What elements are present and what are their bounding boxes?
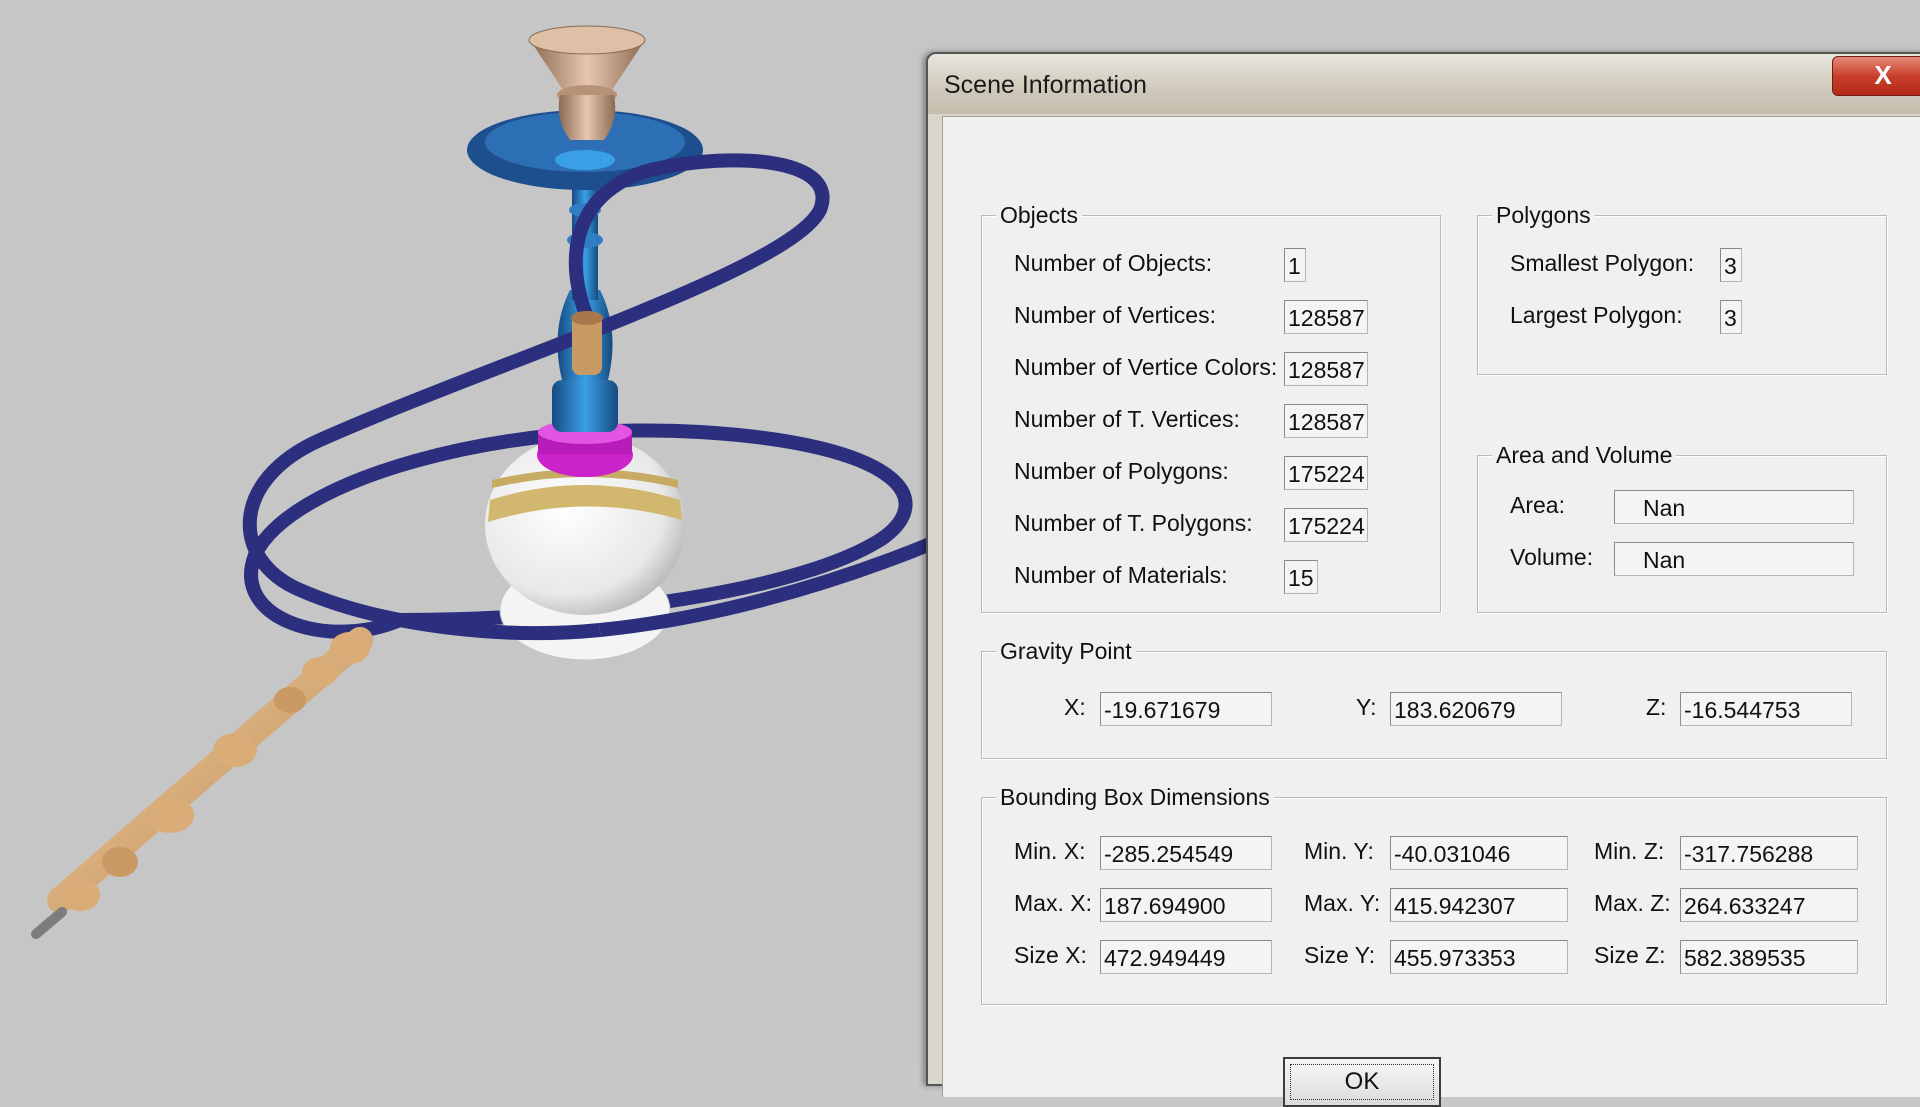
- polygons-group: Polygons Smallest Polygon: 3 Largest Pol…: [1477, 202, 1887, 375]
- area-field: Nan: [1614, 490, 1854, 524]
- gravity-z-label: Z:: [1646, 694, 1667, 720]
- gravity-point-legend: Gravity Point: [996, 638, 1136, 665]
- min-x-field: -285.254549: [1100, 836, 1272, 870]
- bounding-box-legend: Bounding Box Dimensions: [996, 784, 1274, 811]
- area-label: Area:: [1510, 492, 1565, 518]
- area-volume-group: Area and Volume Area: Nan Volume: Nan: [1477, 442, 1887, 613]
- size-y-label: Size Y:: [1304, 942, 1376, 968]
- polygons-legend: Polygons: [1492, 202, 1595, 229]
- gravity-x-label: X:: [1064, 694, 1086, 720]
- dialog-titlebar[interactable]: Scene Information X: [928, 54, 1920, 114]
- size-y-field: 455.973353: [1390, 940, 1568, 974]
- scene-information-dialog: Scene Information X Objects Number of Ob…: [926, 52, 1920, 1107]
- objects-legend: Objects: [996, 202, 1082, 229]
- materials-label: Number of Materials:: [1014, 562, 1228, 588]
- polygons-count-field: 175224: [1284, 456, 1368, 490]
- min-x-label: Min. X:: [1014, 838, 1086, 864]
- gravity-point-group: Gravity Point X: -19.671679 Y: 183.62067…: [981, 638, 1887, 759]
- dialog-client-area: Objects Number of Objects: 1 Number of V…: [942, 116, 1920, 1107]
- objects-count-field: 1: [1284, 248, 1306, 282]
- t-polygons-field: 175224: [1284, 508, 1368, 542]
- close-button[interactable]: X: [1832, 56, 1920, 96]
- polygons-count-label: Number of Polygons:: [1014, 458, 1229, 484]
- vertice-colors-field: 128587: [1284, 352, 1368, 386]
- size-z-label: Size Z:: [1594, 942, 1666, 968]
- size-z-field: 582.389535: [1680, 940, 1858, 974]
- size-x-field: 472.949449: [1100, 940, 1272, 974]
- min-z-label: Min. Z:: [1594, 838, 1665, 864]
- max-z-field: 264.633247: [1680, 888, 1858, 922]
- wooden-mouthpiece: [31, 627, 373, 939]
- t-vertices-field: 128587: [1284, 404, 1368, 438]
- bounding-box-group: Bounding Box Dimensions Min. X: -285.254…: [981, 784, 1887, 1005]
- max-y-label: Max. Y:: [1304, 890, 1381, 916]
- min-z-field: -317.756288: [1680, 836, 1858, 870]
- vertice-colors-label: Number of Vertice Colors:: [1014, 354, 1278, 380]
- smallest-polygon-label: Smallest Polygon:: [1510, 250, 1695, 276]
- ok-button[interactable]: OK: [1283, 1057, 1441, 1107]
- focus-rectangle: [1290, 1064, 1434, 1100]
- max-z-label: Max. Z:: [1594, 890, 1671, 916]
- gravity-y-field: 183.620679: [1390, 692, 1562, 726]
- max-x-label: Max. X:: [1014, 890, 1092, 916]
- close-icon: X: [1874, 60, 1892, 90]
- gravity-y-label: Y:: [1356, 694, 1377, 720]
- hookah-3d-model: [31, 25, 940, 939]
- t-vertices-label: Number of T. Vertices:: [1014, 406, 1240, 432]
- stem-lower: [552, 380, 618, 432]
- vertices-field: 128587: [1284, 300, 1368, 334]
- materials-field: 15: [1284, 560, 1318, 594]
- volume-label: Volume:: [1510, 544, 1594, 570]
- gravity-z-field: -16.544753: [1680, 692, 1852, 726]
- max-x-field: 187.694900: [1100, 888, 1272, 922]
- volume-field: Nan: [1614, 542, 1854, 576]
- area-volume-legend: Area and Volume: [1492, 442, 1677, 469]
- objects-group: Objects Number of Objects: 1 Number of V…: [981, 202, 1441, 613]
- objects-label: Number of Objects:: [1014, 250, 1213, 276]
- min-y-field: -40.031046: [1390, 836, 1568, 870]
- gravity-x-field: -19.671679: [1100, 692, 1272, 726]
- t-polygons-label: Number of T. Polygons:: [1014, 510, 1253, 536]
- vertices-label: Number of Vertices:: [1014, 302, 1216, 328]
- max-y-field: 415.942307: [1390, 888, 1568, 922]
- smallest-polygon-field: 3: [1720, 248, 1742, 282]
- size-x-label: Size X:: [1014, 942, 1087, 968]
- largest-polygon-field: 3: [1720, 300, 1742, 334]
- largest-polygon-label: Largest Polygon:: [1510, 302, 1683, 328]
- dialog-title: Scene Information: [944, 71, 1147, 99]
- min-y-label: Min. Y:: [1304, 838, 1374, 864]
